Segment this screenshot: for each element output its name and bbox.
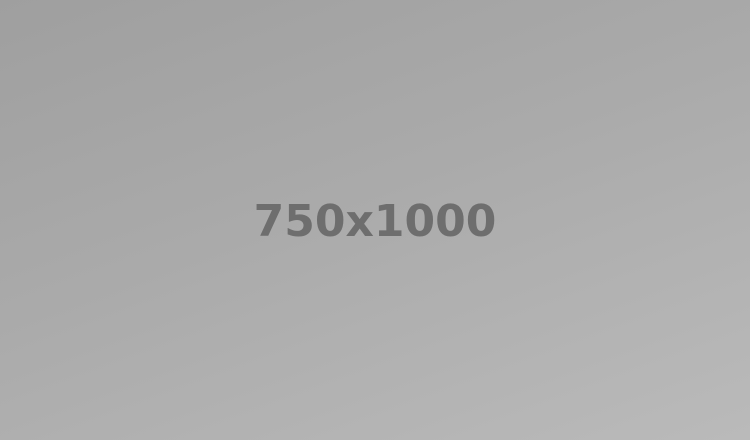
placeholder-image: 750x1000 [0,0,750,440]
placeholder-dimensions-label: 750x1000 [253,196,497,247]
